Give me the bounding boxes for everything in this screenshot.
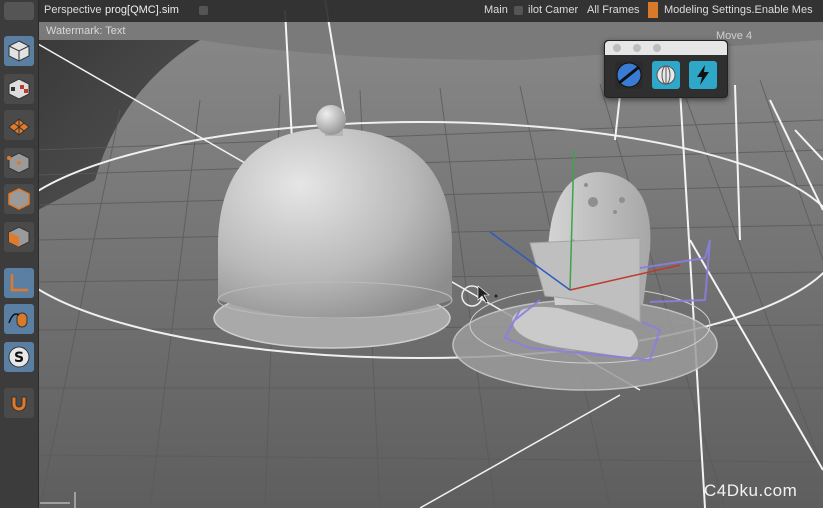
svg-text:S: S bbox=[14, 350, 24, 366]
floating-tool-palette[interactable] bbox=[604, 40, 728, 98]
view-menu[interactable]: Main bbox=[484, 4, 508, 16]
magnet-icon bbox=[11, 396, 27, 412]
cube-icon bbox=[8, 40, 30, 62]
edges-mode-button[interactable] bbox=[4, 184, 34, 214]
viewport-header: Perspective prog[QMC].sim Main ilot Came… bbox=[38, 0, 823, 22]
sphere-tool-button[interactable] bbox=[615, 61, 643, 89]
pointer-dot bbox=[494, 294, 498, 298]
site-watermark: C4Dku.com bbox=[704, 481, 798, 500]
axis-icon bbox=[10, 274, 28, 292]
polygons-cube-icon bbox=[8, 226, 30, 248]
points-cube-icon bbox=[7, 152, 30, 174]
app-logo-icon bbox=[4, 2, 34, 20]
palette-titlebar[interactable] bbox=[605, 41, 727, 55]
zoom-icon[interactable] bbox=[653, 44, 661, 52]
frames-menu[interactable]: All Frames bbox=[587, 4, 640, 16]
cloche-dome[interactable] bbox=[218, 128, 452, 319]
left-tool-palette: S bbox=[0, 0, 39, 508]
camera-menu[interactable]: ilot Camer bbox=[528, 4, 578, 16]
watermark-text: Watermark: Text bbox=[46, 25, 126, 37]
points-mode-button[interactable] bbox=[4, 148, 34, 178]
model-mode-button[interactable] bbox=[4, 36, 34, 66]
modeling-settings-menu[interactable]: Modeling Settings.Enable Mes bbox=[664, 4, 813, 16]
deformer-tool-button[interactable] bbox=[652, 61, 680, 89]
edges-cube-icon bbox=[8, 188, 30, 210]
film-icon[interactable] bbox=[648, 2, 658, 18]
snap-mode-button[interactable]: S bbox=[4, 342, 34, 372]
grid-plane-icon bbox=[8, 118, 30, 136]
close-icon[interactable] bbox=[613, 44, 621, 52]
axis-mode-button[interactable] bbox=[4, 268, 34, 298]
deformer-tool-icon bbox=[656, 65, 676, 85]
dropdown-icon[interactable] bbox=[514, 6, 523, 15]
minimize-icon[interactable] bbox=[633, 44, 641, 52]
bolt-tool-icon bbox=[697, 65, 709, 85]
view-name[interactable]: Perspective bbox=[44, 4, 101, 16]
mouse-tweak-icon bbox=[8, 312, 28, 328]
file-name: prog[QMC].sim bbox=[105, 4, 179, 16]
sphere-tool-icon bbox=[616, 62, 642, 88]
workplane-mode-button[interactable] bbox=[4, 110, 34, 140]
polygons-mode-button[interactable] bbox=[4, 222, 34, 252]
checker-cube-icon bbox=[8, 78, 30, 100]
watermark-label: Watermark: Text bbox=[38, 22, 288, 42]
magnet-tool-button[interactable] bbox=[4, 388, 34, 418]
snap-icon: S bbox=[8, 346, 30, 368]
dome-knob[interactable] bbox=[316, 105, 346, 135]
bolt-tool-button[interactable] bbox=[689, 61, 717, 89]
tweak-mode-button[interactable] bbox=[4, 304, 34, 334]
texture-mode-button[interactable] bbox=[4, 74, 34, 104]
chevron-down-icon[interactable] bbox=[199, 6, 208, 15]
